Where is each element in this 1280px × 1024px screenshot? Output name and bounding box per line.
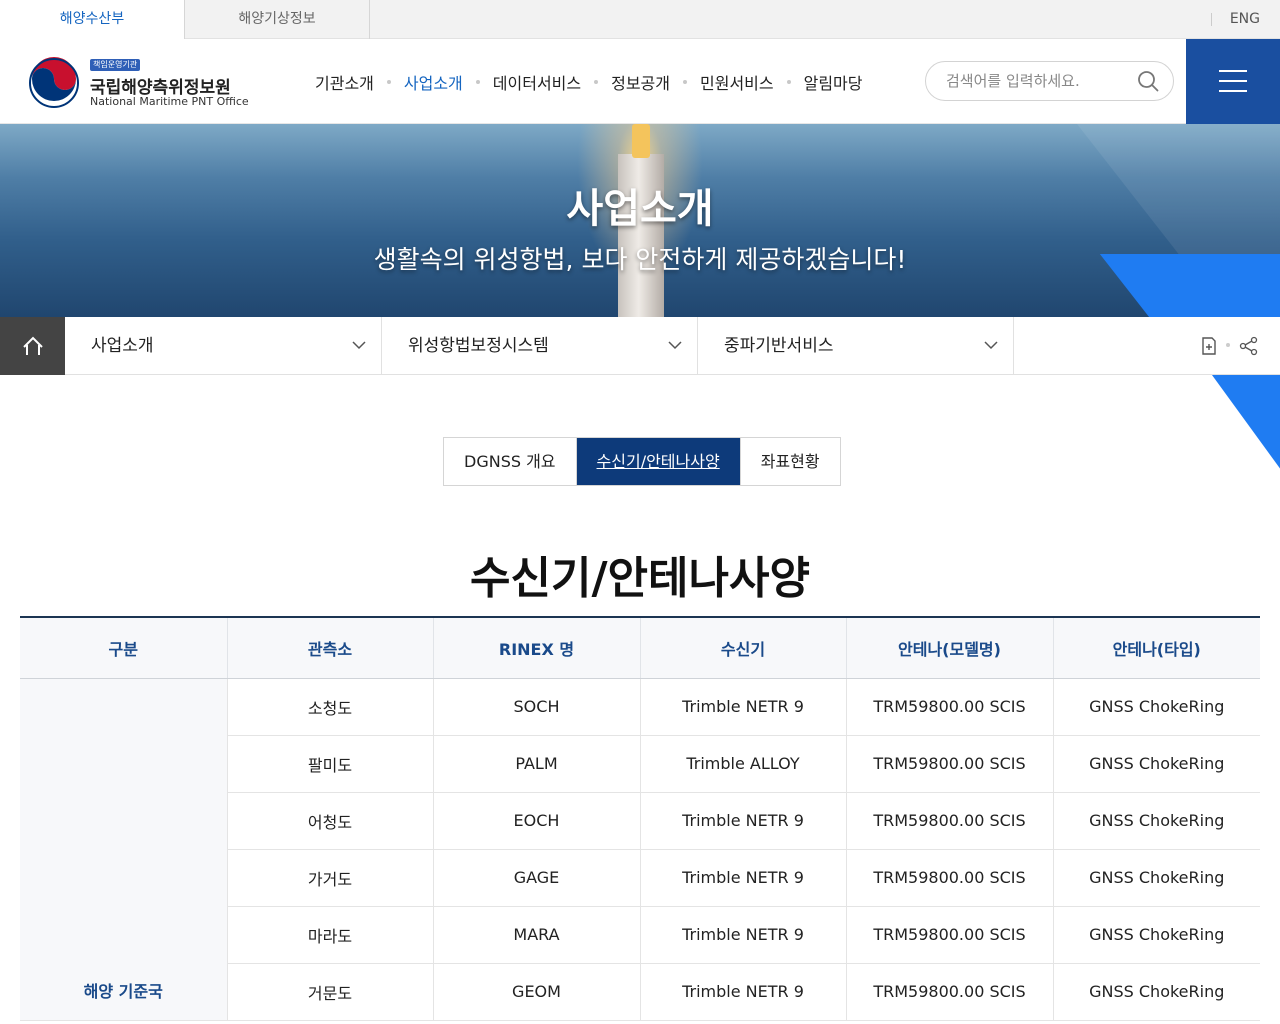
table-cell: GAGE xyxy=(432,849,640,907)
table-cell: 거문도 xyxy=(226,963,433,1021)
sub-tabs: DGNSS 개요 수신기/안테나사양 좌표현황 xyxy=(443,437,841,486)
location-depth1[interactable]: 사업소개 xyxy=(65,317,382,375)
location-depth3[interactable]: 중파기반서비스 xyxy=(698,317,1014,375)
logo-name-en: National Maritime PNT Office xyxy=(90,95,249,108)
table-cell: TRM59800.00 SCIS xyxy=(845,849,1053,907)
location-depth1-label: 사업소개 xyxy=(91,336,154,356)
table-cell: SOCH xyxy=(432,678,640,736)
divider xyxy=(1226,343,1230,347)
table-cell: GEOM xyxy=(432,963,640,1021)
decorative-shape xyxy=(1212,375,1280,485)
table-cell: 소청도 xyxy=(226,678,433,736)
top-utility-bar: 해양수산부 해양기상정보 ENG xyxy=(0,0,1280,40)
table-cell: Trimble NETR 9 xyxy=(639,963,846,1021)
search-icon[interactable] xyxy=(1137,70,1159,92)
top-tab-mof[interactable]: 해양수산부 xyxy=(0,0,185,40)
spec-table: 구분 관측소 RINEX 명 수신기 안테나(모델명) 안테나(타입) 해양 기… xyxy=(20,616,1260,1021)
tab-coordinates[interactable]: 좌표현황 xyxy=(740,438,840,485)
nav-disclosure[interactable]: 정보공개 xyxy=(611,70,670,94)
table-cell: 가거도 xyxy=(226,849,433,907)
group-cell: 해양 기준국 xyxy=(20,678,227,1021)
page-tools xyxy=(1180,317,1280,375)
table-cell: PALM xyxy=(432,735,640,793)
column-header: 구분 xyxy=(20,616,227,679)
table-cell: TRM59800.00 SCIS xyxy=(845,735,1053,793)
table-cell: 팔미도 xyxy=(226,735,433,793)
logo-badge: 책임운영기관 xyxy=(90,59,141,71)
location-depth2-label: 위성항법보정시스템 xyxy=(408,336,549,356)
table-cell: GNSS ChokeRing xyxy=(1052,735,1260,793)
english-link[interactable]: ENG xyxy=(1230,0,1260,39)
table-cell: TRM59800.00 SCIS xyxy=(845,906,1053,964)
share-icon[interactable] xyxy=(1238,335,1260,357)
table-header-row: 구분 관측소 RINEX 명 수신기 안테나(모델명) 안테나(타입) xyxy=(20,616,1260,679)
table-row: 해양 기준국 소청도 SOCH Trimble NETR 9 TRM59800.… xyxy=(20,678,1260,1021)
location-depth2[interactable]: 위성항법보정시스템 xyxy=(382,317,698,375)
nav-civil-service[interactable]: 민원서비스 xyxy=(700,70,774,94)
table-cell: GNSS ChokeRing xyxy=(1052,678,1260,736)
location-bar: 사업소개 위성항법보정시스템 중파기반서비스 xyxy=(0,317,1280,375)
site-logo[interactable]: 책임운영기관 국립해양측위정보원 National Maritime PNT O… xyxy=(28,57,268,111)
divider xyxy=(1211,13,1212,26)
search-input[interactable] xyxy=(946,62,1136,100)
nav-separator xyxy=(386,79,391,84)
nav-separator xyxy=(786,79,791,84)
main-navigation: 기관소개 사업소개 데이터서비스 정보공개 민원서비스 알림마당 xyxy=(315,39,863,124)
lighthouse-lamp xyxy=(632,124,650,158)
chevron-down-icon xyxy=(984,341,998,350)
home-button[interactable] xyxy=(0,317,65,375)
table-cell: GNSS ChokeRing xyxy=(1052,906,1260,964)
print-icon[interactable] xyxy=(1198,335,1220,357)
all-menu-button[interactable] xyxy=(1186,39,1280,124)
column-header: 안테나(모델명) xyxy=(845,616,1053,679)
table-cell: GNSS ChokeRing xyxy=(1052,849,1260,907)
table-cell: 어청도 xyxy=(226,792,433,850)
table-cell: Trimble NETR 9 xyxy=(639,678,846,736)
nav-separator xyxy=(683,79,687,84)
table-cell: GNSS ChokeRing xyxy=(1052,792,1260,850)
top-tab-marine-weather[interactable]: 해양기상정보 xyxy=(185,0,370,39)
tab-dgnss-overview[interactable]: DGNSS 개요 xyxy=(444,438,577,485)
nav-business[interactable]: 사업소개 xyxy=(404,70,463,94)
table-cell: EOCH xyxy=(432,792,640,850)
table-cell: TRM59800.00 SCIS xyxy=(845,963,1053,1021)
hamburger-line-icon xyxy=(1219,90,1247,92)
location-depth3-label: 중파기반서비스 xyxy=(724,336,834,356)
table-cell: Trimble ALLOY xyxy=(639,735,846,793)
nav-separator xyxy=(475,79,480,84)
search-box xyxy=(925,61,1174,101)
site-header: 책임운영기관 국립해양측위정보원 National Maritime PNT O… xyxy=(0,39,1280,124)
hero-subtitle: 생활속의 위성항법, 보다 안전하게 제공하겠습니다! xyxy=(373,245,907,274)
nav-about[interactable]: 기관소개 xyxy=(315,70,374,94)
column-header: 수신기 xyxy=(639,616,846,679)
hero-title: 사업소개 xyxy=(566,186,714,232)
table-cell: MARA xyxy=(432,906,640,964)
chevron-down-icon xyxy=(668,341,682,350)
tab-receiver-antenna-spec[interactable]: 수신기/안테나사양 xyxy=(576,438,741,485)
table-cell: Trimble NETR 9 xyxy=(639,792,846,850)
hamburger-line-icon xyxy=(1219,70,1247,72)
table-cell: TRM59800.00 SCIS xyxy=(845,792,1053,850)
table-cell: Trimble NETR 9 xyxy=(639,849,846,907)
column-header: 안테나(타입) xyxy=(1052,616,1260,679)
hero-banner: 사업소개 생활속의 위성항법, 보다 안전하게 제공하겠습니다! xyxy=(0,124,1280,317)
hamburger-line-icon xyxy=(1219,80,1247,82)
page-title: 수신기/안테나사양 xyxy=(470,553,810,604)
table-cell: TRM59800.00 SCIS xyxy=(845,678,1053,736)
chevron-down-icon xyxy=(352,341,366,350)
taegeuk-logo-icon xyxy=(29,57,79,108)
table-cell: Trimble NETR 9 xyxy=(639,906,846,964)
column-header: RINEX 명 xyxy=(432,616,640,679)
column-header: 관측소 xyxy=(226,616,433,679)
nav-notice[interactable]: 알림마당 xyxy=(804,70,863,94)
nav-separator xyxy=(594,79,599,84)
home-icon xyxy=(23,336,43,355)
table-cell: GNSS ChokeRing xyxy=(1052,963,1260,1021)
table-cell: 마라도 xyxy=(226,906,433,964)
nav-data-service[interactable]: 데이터서비스 xyxy=(493,70,581,94)
